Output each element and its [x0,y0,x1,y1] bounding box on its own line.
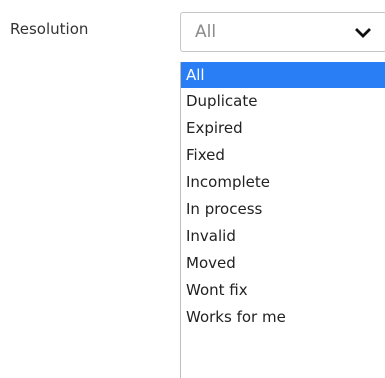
option-invalid[interactable]: Invalid [181,223,385,250]
chevron-down-icon [355,28,371,38]
resolution-options-list: All Duplicate Expired Fixed Incomplete I… [180,62,385,378]
resolution-label: Resolution [10,20,89,38]
option-fixed[interactable]: Fixed [181,142,385,169]
resolution-filter: Resolution All All Duplicate Expired Fix… [0,0,385,378]
option-wont-fix[interactable]: Wont fix [181,277,385,304]
option-in-process[interactable]: In process [181,196,385,223]
option-moved[interactable]: Moved [181,250,385,277]
option-works-for-me[interactable]: Works for me [181,304,385,331]
option-all[interactable]: All [181,62,385,88]
selected-value: All [195,22,217,42]
option-incomplete[interactable]: Incomplete [181,169,385,196]
option-duplicate[interactable]: Duplicate [181,88,385,115]
resolution-select[interactable]: All [180,12,385,52]
option-expired[interactable]: Expired [181,115,385,142]
